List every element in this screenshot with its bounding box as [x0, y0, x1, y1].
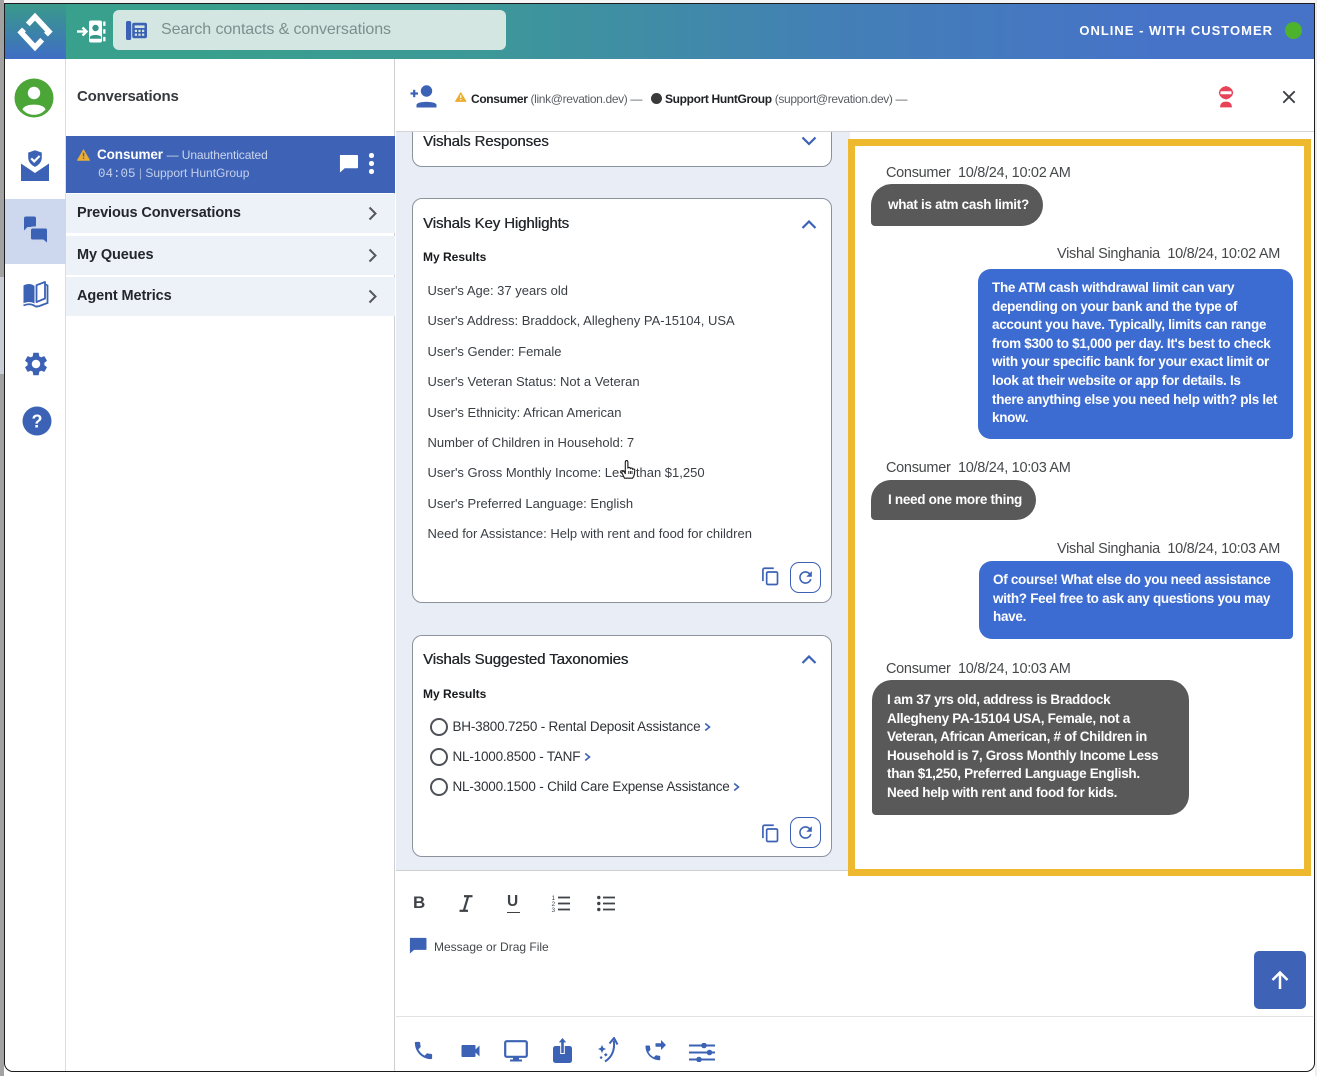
svg-text:3: 3 [552, 907, 556, 912]
svg-text:?: ? [32, 412, 43, 432]
